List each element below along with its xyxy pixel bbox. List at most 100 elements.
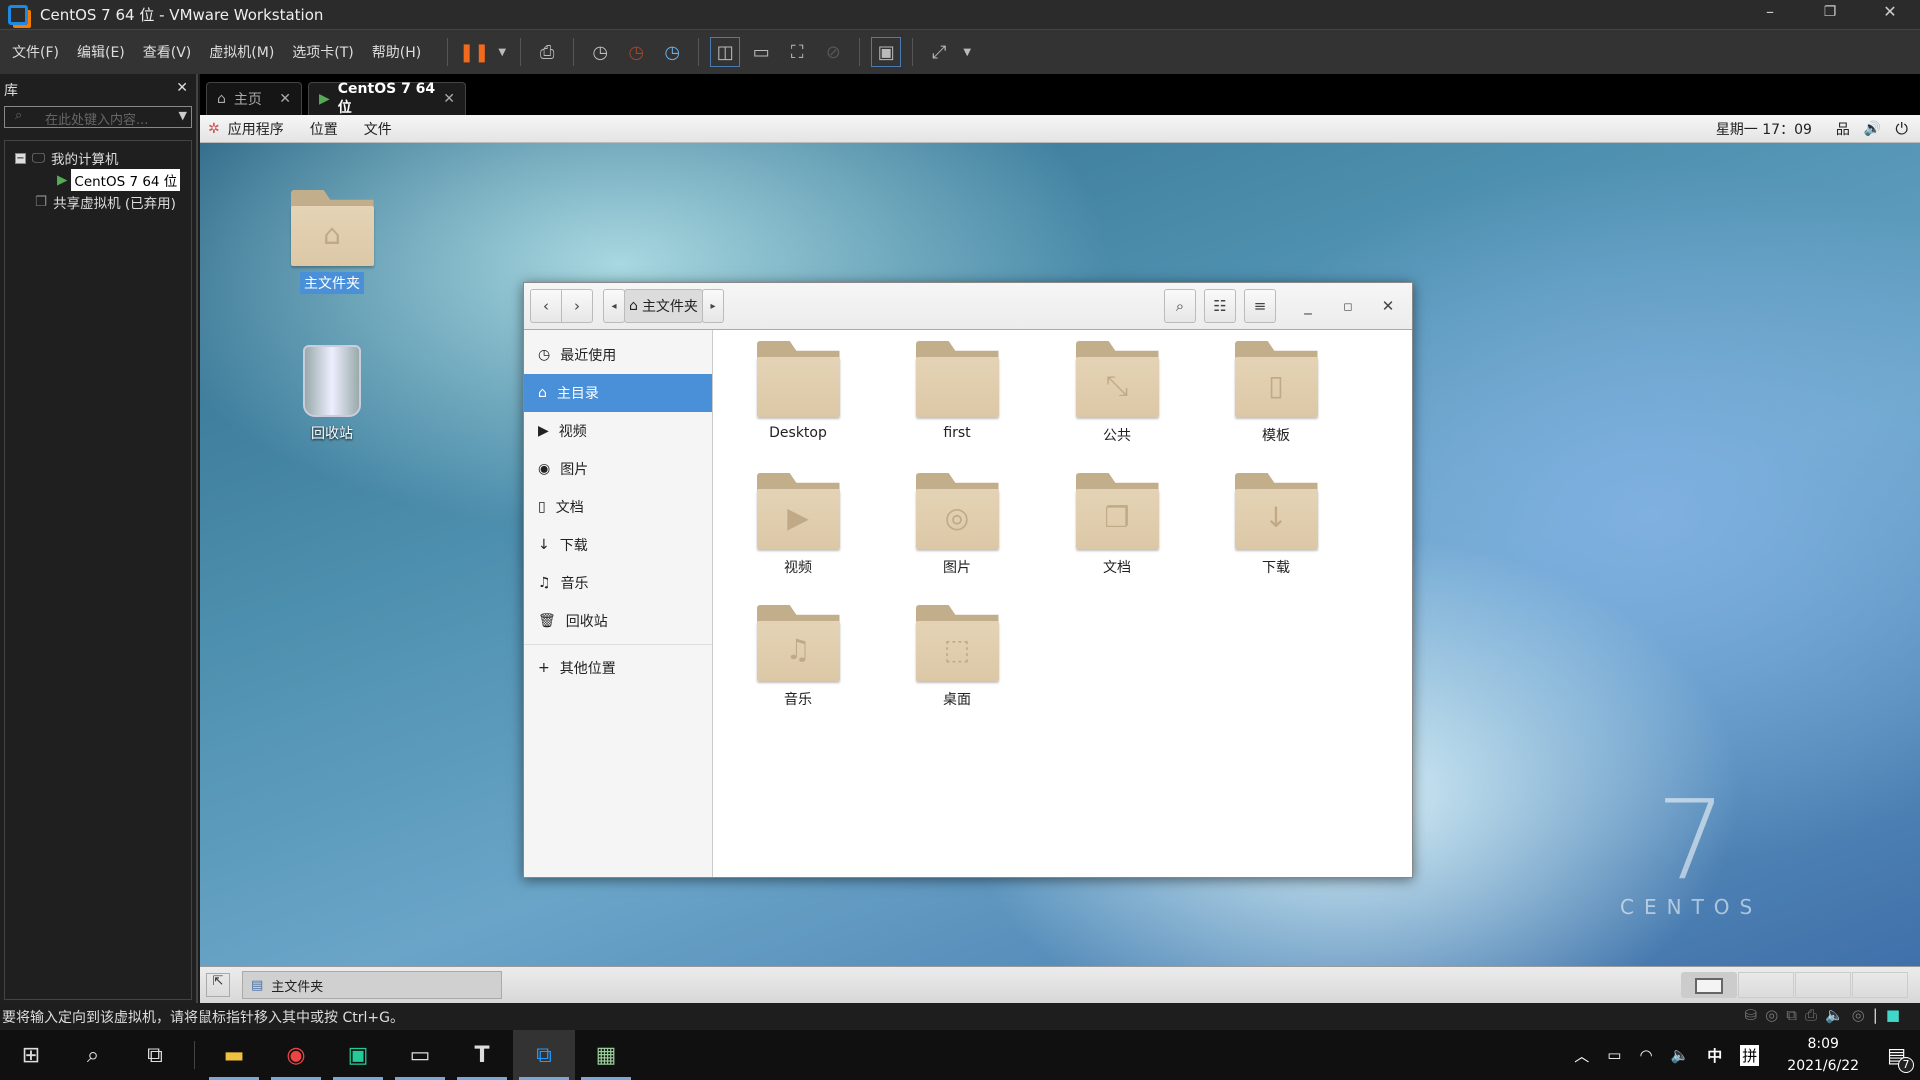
battery-icon[interactable]: ▭ bbox=[1607, 1046, 1621, 1064]
sidebar-item-music[interactable]: ♫ 音乐 bbox=[524, 564, 712, 602]
menu-button[interactable]: ≡ bbox=[1244, 289, 1276, 323]
vm-screen[interactable]: ✲ 应用程序 位置 文件 星期一 17：09 品 🔊 ⏻ ⌂ 主文件夹 回收站 … bbox=[200, 115, 1920, 1003]
search-button[interactable]: ⌕ bbox=[62, 1030, 124, 1080]
minimize-button[interactable]: – bbox=[1740, 0, 1800, 29]
network-adapter-icon[interactable]: ⧉ bbox=[1786, 1006, 1797, 1024]
menu-files[interactable]: 文件 bbox=[364, 119, 392, 139]
folder-item[interactable]: ▶ 视频 bbox=[733, 473, 863, 577]
library-search-input[interactable]: ⌕ 在此处键入内容... ▼ bbox=[4, 106, 192, 128]
search-button[interactable]: ⌕ bbox=[1164, 289, 1196, 323]
revert-snapshot-icon[interactable]: ◷ bbox=[621, 37, 651, 67]
taskbar-vmware[interactable]: ⧉ bbox=[513, 1030, 575, 1080]
workspace-1[interactable] bbox=[1681, 972, 1737, 998]
taskbar-window-button[interactable]: ▤ 主文件夹 bbox=[242, 971, 502, 999]
menu-tabs[interactable]: 选项卡(T) bbox=[292, 42, 353, 62]
tab-centos[interactable]: ▶ CentOS 7 64 位 ✕ bbox=[308, 81, 466, 116]
hard-disk-icon[interactable]: ⛁ bbox=[1745, 1006, 1758, 1024]
chevron-down-icon[interactable]: ▼ bbox=[960, 37, 974, 67]
back-button[interactable]: ‹ bbox=[530, 289, 562, 323]
folder-item[interactable]: ↓ 下载 bbox=[1211, 473, 1341, 577]
minimize-button[interactable]: _ bbox=[1292, 289, 1324, 323]
sidebar-item-recent[interactable]: ◷ 最近使用 bbox=[524, 336, 712, 374]
send-ctrl-alt-del-icon[interactable]: ⎙ bbox=[532, 37, 562, 67]
taskbar-chrome[interactable]: ◉ bbox=[265, 1030, 327, 1080]
workspace-2[interactable] bbox=[1738, 972, 1794, 998]
volume-icon[interactable]: 🔊 bbox=[1864, 121, 1881, 137]
menu-help[interactable]: 帮助(H) bbox=[372, 42, 421, 62]
path-left-button[interactable]: ◂ bbox=[603, 289, 625, 323]
folder-item[interactable]: ⬚ 桌面 bbox=[892, 605, 1022, 709]
path-home-button[interactable]: ⌂ 主文件夹 bbox=[624, 289, 703, 323]
workspace-4[interactable] bbox=[1852, 972, 1908, 998]
sidebar-item-other-locations[interactable]: + 其他位置 bbox=[524, 649, 712, 687]
menu-applications[interactable]: 应用程序 bbox=[228, 119, 284, 139]
collapse-icon[interactable]: − bbox=[15, 152, 26, 164]
printer-icon[interactable]: ⎙ bbox=[1805, 1006, 1817, 1024]
task-view-button[interactable]: ⧉ bbox=[124, 1030, 186, 1080]
full-screen-icon[interactable]: ⛶ bbox=[782, 37, 812, 67]
show-desktop-button[interactable]: ⇱ bbox=[206, 973, 230, 997]
menu-view[interactable]: 查看(V) bbox=[143, 42, 192, 62]
usb-icon[interactable]: ◎ bbox=[1852, 1006, 1865, 1024]
close-tab-button[interactable]: ✕ bbox=[443, 91, 455, 107]
sidebar-item-home[interactable]: ⌂ 主目录 bbox=[524, 374, 712, 412]
menu-vm[interactable]: 虚拟机(M) bbox=[209, 42, 274, 62]
folder-item[interactable]: ⤡ 公共 bbox=[1052, 341, 1182, 445]
folder-item[interactable]: ❐ 文档 bbox=[1052, 473, 1182, 577]
chevron-up-icon[interactable]: ︿ bbox=[1574, 1045, 1589, 1066]
menu-file[interactable]: 文件(F) bbox=[12, 42, 59, 62]
workspace-3[interactable] bbox=[1795, 972, 1851, 998]
taskbar-app[interactable]: ▦ bbox=[575, 1030, 637, 1080]
sidebar-item-downloads[interactable]: ↓ 下载 bbox=[524, 526, 712, 564]
cd-icon[interactable]: ◎ bbox=[1765, 1006, 1778, 1024]
close-tab-button[interactable]: ✕ bbox=[279, 91, 291, 107]
taskbar-typora[interactable]: T bbox=[451, 1030, 513, 1080]
message-log-icon[interactable]: ■ bbox=[1886, 1006, 1900, 1024]
sidebar-item-documents[interactable]: ▯ 文档 bbox=[524, 488, 712, 526]
tab-home[interactable]: ⌂ 主页 ✕ bbox=[206, 82, 302, 115]
console-icon[interactable]: ▣ bbox=[871, 37, 902, 67]
sidebar-item-videos[interactable]: ▶ 视频 bbox=[524, 412, 712, 450]
folder-item[interactable]: ◎ 图片 bbox=[892, 473, 1022, 577]
forward-button[interactable]: › bbox=[561, 289, 593, 323]
pause-icon[interactable]: ❚❚ bbox=[459, 37, 489, 67]
taskbar-terminal[interactable]: ▭ bbox=[389, 1030, 451, 1080]
sidebar-item-trash[interactable]: 🗑 回收站 bbox=[524, 602, 712, 640]
tree-item-vm[interactable]: ▶ CentOS 7 64 位 bbox=[5, 169, 191, 191]
chevron-down-icon[interactable]: ▼ bbox=[495, 37, 509, 67]
power-icon[interactable]: ⏻ bbox=[1895, 119, 1908, 139]
snapshot-manager-icon[interactable]: ◷ bbox=[657, 37, 687, 67]
maximize-button[interactable]: ❐ bbox=[1800, 0, 1860, 29]
wifi-icon[interactable]: ◠ bbox=[1639, 1046, 1652, 1064]
menu-edit[interactable]: 编辑(E) bbox=[77, 42, 125, 62]
menu-places[interactable]: 位置 bbox=[310, 119, 338, 139]
folder-item[interactable]: ▯ 模板 bbox=[1211, 341, 1341, 445]
taskbar-pdf[interactable]: ▣ bbox=[327, 1030, 389, 1080]
close-button[interactable]: ✕ bbox=[1860, 0, 1920, 29]
notification-icon[interactable]: ▤ 7 bbox=[1887, 1043, 1914, 1073]
sidebar-item-pictures[interactable]: ◉ 图片 bbox=[524, 450, 712, 488]
snapshot-icon[interactable]: ◷ bbox=[585, 37, 615, 67]
thumbnail-bar-icon[interactable]: ▭ bbox=[746, 37, 776, 67]
tree-item-shared[interactable]: ❐ 共享虚拟机 (已弃用) bbox=[5, 191, 191, 213]
chevron-down-icon[interactable]: ▼ bbox=[179, 109, 187, 122]
library-view-icon[interactable]: ◫ bbox=[710, 37, 741, 67]
unity-icon[interactable]: ⊘ bbox=[818, 37, 848, 67]
clock[interactable]: 8:09 2021/6/22 bbox=[1787, 1033, 1859, 1077]
clock[interactable]: 星期一 17：09 bbox=[1716, 119, 1812, 139]
close-library-button[interactable]: ✕ bbox=[176, 80, 188, 96]
path-right-button[interactable]: ▸ bbox=[702, 289, 724, 323]
volume-icon[interactable]: 🔈 bbox=[1671, 1046, 1690, 1064]
folder-item[interactable]: Desktop bbox=[733, 341, 863, 441]
network-icon[interactable]: 品 bbox=[1836, 119, 1850, 139]
view-toggle-button[interactable]: ☷ bbox=[1204, 289, 1236, 323]
taskbar-file-explorer[interactable]: ▬ bbox=[203, 1030, 265, 1080]
folder-item[interactable]: first bbox=[892, 341, 1022, 441]
stretch-icon[interactable]: ⤢ bbox=[924, 37, 954, 67]
sound-icon[interactable]: 🔈 bbox=[1825, 1006, 1844, 1024]
tree-item-my-computer[interactable]: − 🖵 我的计算机 bbox=[5, 147, 191, 169]
folder-item[interactable]: ♫ 音乐 bbox=[733, 605, 863, 709]
desktop-icon-trash[interactable]: 回收站 bbox=[277, 345, 387, 443]
ime-mode[interactable]: 中 bbox=[1707, 1045, 1722, 1066]
maximize-button[interactable]: ◻ bbox=[1332, 289, 1364, 323]
